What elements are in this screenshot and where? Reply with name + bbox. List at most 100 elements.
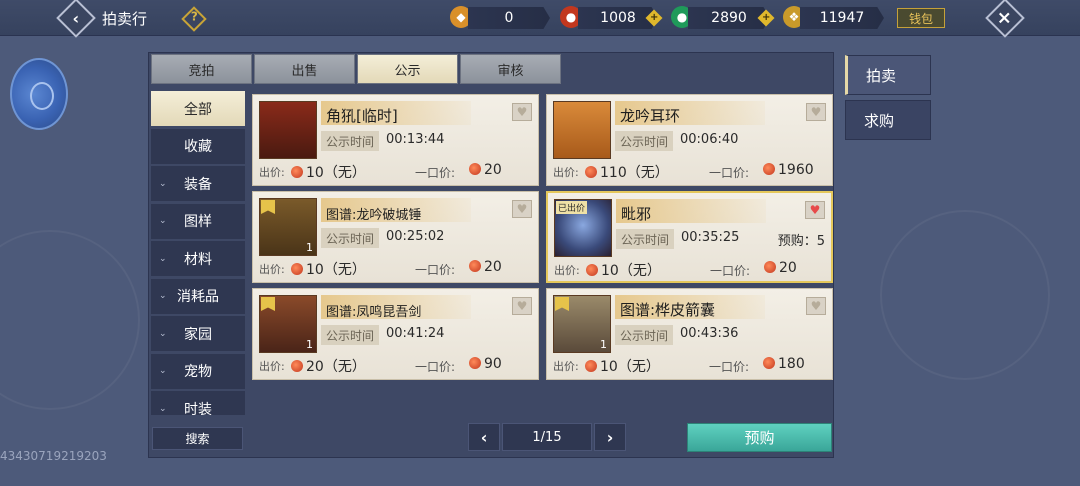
tab-bidding[interactable]: 竞拍 — [151, 54, 252, 84]
back-arrow-icon: ‹ — [72, 8, 80, 28]
tab-sell[interactable]: 出售 — [254, 54, 355, 84]
sold-tag: 已出价 — [556, 201, 588, 214]
next-page-button[interactable]: › — [594, 423, 626, 451]
chevron-right-icon: › — [606, 427, 614, 447]
item-thumbnail: 1 — [553, 295, 611, 353]
buyout-price: 20 — [469, 259, 502, 275]
pattern-ribbon-icon — [555, 297, 569, 311]
bid-price: 10（无） — [291, 162, 366, 182]
buyout-label: 一口价: — [709, 166, 750, 180]
coin-icon — [585, 360, 597, 372]
buyout-price: 20 — [469, 162, 502, 178]
search-button[interactable]: 搜索 — [152, 427, 243, 450]
buyout-price: 20 — [764, 260, 797, 276]
category-equipment[interactable]: ⌄ 装备 — [151, 166, 245, 201]
category-list: 全部 收藏 ⌄ 装备 ⌄ 图样 ⌄ 材料 ⌄ 消耗品 ⌄ 家园 ⌄ 宠物 ⌄ 时装 — [151, 91, 245, 415]
item-card-selected[interactable]: 已出价 毗邪 ♥ 公示时间 00:35:25 预购：5 出价: 10（无） 一口… — [546, 191, 833, 283]
coin-icon — [764, 261, 776, 273]
item-name: 图谱:龙吟破城锤 — [326, 208, 422, 223]
question-icon: ? — [190, 9, 198, 24]
item-quantity: 1 — [600, 338, 607, 351]
coin-icon — [763, 163, 775, 175]
item-thumbnail: 1 — [259, 295, 317, 353]
category-materials[interactable]: ⌄ 材料 — [151, 241, 245, 276]
category-favorites[interactable]: 收藏 — [151, 128, 245, 164]
favorite-heart-icon[interactable]: ♥ — [806, 297, 826, 315]
item-card[interactable]: 1 图谱:桦皮箭囊 ♥ 公示时间 00:43:36 出价: 10（无） 一口价:… — [546, 288, 833, 380]
item-card[interactable]: 龙吟耳环 ♥ 公示时间 00:06:40 出价: 110（无） 一口价: 196… — [546, 94, 833, 186]
close-icon: × — [997, 7, 1013, 29]
favorite-heart-icon[interactable]: ♥ — [805, 201, 825, 219]
preorder-count: 预购：5 — [777, 234, 825, 249]
item-name: 龙吟耳环 — [620, 107, 681, 125]
prev-page-button[interactable]: ‹ — [468, 423, 500, 451]
category-all[interactable]: 全部 — [151, 91, 245, 126]
bid-label: 出价: — [554, 264, 580, 277]
bid-label: 出价: — [553, 166, 579, 179]
coin-icon — [291, 166, 303, 178]
chevron-down-icon: ⌄ — [159, 291, 167, 301]
bid-label: 出价: — [259, 166, 285, 179]
tab-public[interactable]: 公示 — [357, 54, 458, 84]
coin-icon — [469, 163, 481, 175]
buyout-label: 一口价: — [710, 264, 751, 278]
user-id: 43430719219203 — [0, 449, 107, 463]
category-home[interactable]: ⌄ 家园 — [151, 316, 245, 351]
public-time-label: 公示时间 — [615, 131, 674, 151]
buyout-label: 一口价: — [415, 360, 456, 374]
buyout-price: 1960 — [763, 162, 814, 178]
category-fashion[interactable]: ⌄ 时装 — [151, 391, 245, 415]
item-card[interactable]: 角犼[临时] ♥ 公示时间 00:13:44 出价: 10（无） 一口价: 20 — [252, 94, 539, 186]
bid-price: 10（无） — [585, 356, 660, 376]
category-consumables[interactable]: ⌄ 消耗品 — [151, 278, 245, 314]
item-card[interactable]: 1 图谱:龙吟破城锤 ♥ 公示时间 00:25:02 出价: 10（无） 一口价… — [252, 191, 539, 283]
chevron-down-icon: ⌄ — [159, 366, 167, 376]
tab-review[interactable]: 审核 — [460, 54, 561, 84]
item-thumbnail: 已出价 — [554, 199, 612, 257]
public-time-label: 公示时间 — [616, 229, 675, 249]
item-quantity: 1 — [306, 241, 313, 254]
public-time-label: 公示时间 — [321, 131, 380, 151]
item-thumbnail — [259, 101, 317, 159]
favorite-heart-icon[interactable]: ♥ — [512, 297, 532, 315]
side-panel-toggle-icon[interactable] — [10, 58, 68, 130]
bid-price: 10（无） — [291, 259, 366, 279]
category-patterns[interactable]: ⌄ 图样 — [151, 203, 245, 239]
buyout-price: 180 — [763, 356, 805, 372]
item-card[interactable]: 1 图谱:凤鸣昆吾剑 ♥ 公示时间 00:41:24 出价: 20（无） 一口价… — [252, 288, 539, 380]
favorite-heart-icon[interactable]: ♥ — [512, 103, 532, 121]
chevron-down-icon: ⌄ — [159, 328, 167, 339]
preorder-button[interactable]: 预购 — [687, 423, 832, 452]
item-name: 角犼[临时] — [326, 107, 398, 125]
coin-icon — [469, 260, 481, 272]
public-time-value: 00:41:24 — [386, 326, 445, 341]
public-time-value: 00:35:25 — [681, 230, 740, 245]
public-time-label: 公示时间 — [321, 228, 380, 248]
item-quantity: 1 — [306, 338, 313, 351]
wallet-button[interactable]: 钱包 — [897, 8, 945, 28]
buyout-label: 一口价: — [415, 263, 456, 277]
item-name: 毗邪 — [621, 205, 652, 223]
pattern-ribbon-icon — [261, 297, 275, 311]
coin-icon — [291, 360, 303, 372]
item-name: 图谱:桦皮箭囊 — [620, 301, 716, 319]
coin-icon — [763, 357, 775, 369]
item-thumbnail — [553, 101, 611, 159]
bid-label: 出价: — [553, 360, 579, 373]
chevron-left-icon: ‹ — [480, 427, 488, 447]
favorite-heart-icon[interactable]: ♥ — [806, 103, 826, 121]
bid-price: 10（无） — [586, 260, 661, 280]
side-tab-wanted[interactable]: 求购 — [845, 100, 931, 140]
buyout-price: 90 — [469, 356, 502, 372]
side-tab-auction[interactable]: 拍卖 — [845, 55, 931, 95]
chevron-down-icon: ⌄ — [159, 253, 167, 264]
coin-icon — [469, 357, 481, 369]
chevron-down-icon: ⌄ — [159, 178, 167, 189]
item-name: 图谱:凤鸣昆吾剑 — [326, 305, 422, 320]
favorite-heart-icon[interactable]: ♥ — [512, 200, 532, 218]
category-pets[interactable]: ⌄ 宠物 — [151, 353, 245, 389]
pattern-ribbon-icon — [261, 200, 275, 214]
public-time-label: 公示时间 — [615, 325, 674, 345]
chevron-down-icon: ⌄ — [159, 216, 167, 226]
page-title: 拍卖行 — [102, 10, 148, 28]
